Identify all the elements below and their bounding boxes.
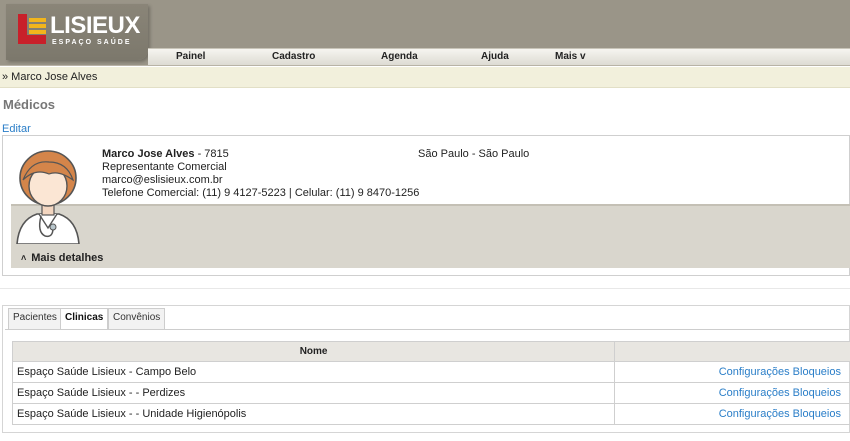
tab-pacientes[interactable]: Pacientes [8,308,62,330]
table-row: Espaço Saúde Lisieux - - Unidade Higienó… [11,403,850,425]
config-blocks-link[interactable]: Configurações Bloqueios [719,366,841,378]
nav-item-mais[interactable]: Mais v [555,51,586,62]
clinic-name: Espaço Saúde Lisieux - - Unidade Higienó… [11,403,616,425]
nav-item-cadastro[interactable]: Cadastro [272,51,315,62]
more-details-label: Mais detalhes [31,252,104,264]
logo-subtitle: ESPAÇO SAÚDE [52,39,132,46]
clinic-name: Espaço Saúde Lisieux - Campo Belo [11,361,616,383]
profile-card: Marco Jose Alves - 7815 Representante Co… [2,135,850,276]
profile-city: São Paulo - São Paulo [418,148,530,160]
tab-clinicas[interactable]: Clinicas [60,308,109,330]
profile-info: Marco Jose Alves - 7815 Representante Co… [102,148,419,200]
profile-role: Representante Comercial [102,161,227,173]
tabs-underline [5,329,849,330]
logo-text: LISIEUX [50,12,140,39]
top-banner: LISIEUX ESPAÇO SAÚDE Painel Cadastro Age… [0,0,850,66]
app-logo[interactable]: LISIEUX ESPAÇO SAÚDE [6,4,148,60]
config-blocks-link[interactable]: Configurações Bloqueios [719,408,841,420]
divider [0,288,850,289]
doctor-avatar-icon [16,150,80,244]
profile-phones: Telefone Comercial: (11) 9 4127-5223 | C… [102,187,420,199]
profile-name: Marco Jose Alves [102,148,195,160]
column-header-nome: Nome [11,341,616,362]
nav-item-agenda[interactable]: Agenda [381,51,418,62]
column-header-actions [614,341,850,362]
tab-convenios[interactable]: Convênios [108,308,166,330]
table-header-row: Nome [11,341,850,362]
clinic-name: Espaço Saúde Lisieux - - Perdizes [11,382,616,404]
breadcrumb: » Marco Jose Alves [0,67,850,88]
details-bar: ˄ Mais detalhes [11,204,850,268]
profile-id: - 7815 [194,148,229,160]
table-row: Espaço Saúde Lisieux - - Perdizes Config… [11,382,850,404]
config-blocks-link[interactable]: Configurações Bloqueios [719,387,841,399]
logo-mark-icon [18,14,46,44]
clinic-actions: Configurações Bloqueios [614,361,850,383]
clinic-actions: Configurações Bloqueios [614,382,850,404]
nav-item-painel[interactable]: Painel [176,51,205,62]
table-row: Espaço Saúde Lisieux - Campo Belo Config… [11,361,850,383]
more-details-toggle[interactable]: ˄ Mais detalhes [21,252,103,264]
profile-email: marco@eslisieux.com.br [102,174,223,186]
main-nav: Painel Cadastro Agenda Ajuda Mais v [148,48,850,65]
edit-link[interactable]: Editar [2,123,31,135]
page-title: Médicos [3,97,56,112]
tabs-panel: Pacientes Clinicas Convênios Nome Espaço… [2,305,850,433]
nav-item-ajuda[interactable]: Ajuda [481,51,509,62]
chevron-up-icon: ˄ [21,253,27,263]
clinics-table: Nome Espaço Saúde Lisieux - Campo Belo C… [11,341,850,425]
clinic-actions: Configurações Bloqueios [614,403,850,425]
